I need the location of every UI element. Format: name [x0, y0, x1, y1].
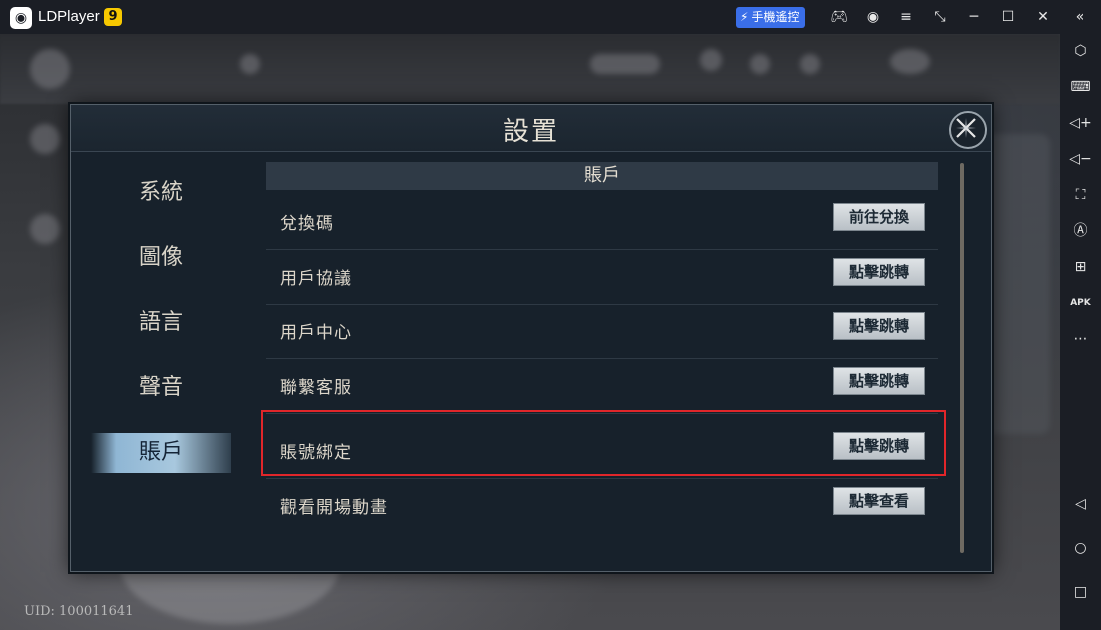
opening-animation-button[interactable]: 點擊查看 — [833, 487, 925, 515]
window-shrink-icon[interactable]: ⤡ — [929, 6, 951, 28]
settings-title: 設置 — [502, 117, 559, 147]
settings-dialog: 設置 系統 圖像 語言 聲音 賬戶 賬戶 兌換碼 前往兌換 用戶協議 點擊跳轉 … — [70, 104, 992, 572]
section-title: 賬戶 — [266, 162, 938, 190]
nav-item-graphics[interactable]: 圖像 — [123, 238, 223, 278]
close-icon[interactable]: ✕ — [1032, 6, 1054, 28]
row-label: 用戶協議 — [280, 269, 352, 289]
gear-hex-icon[interactable]: ⬡ — [1068, 39, 1093, 64]
settings-row-user-agreement: 用戶協議 點擊跳轉 — [266, 250, 938, 305]
blurred-hud-icon — [890, 49, 930, 74]
minimize-icon[interactable]: ─ — [963, 6, 985, 28]
volume-down-icon[interactable]: ◁− — [1068, 147, 1093, 172]
emulator-sidebar: ⬡ ⌨ ◁+ ◁− ⛶ Ⓐ ⊞ APK ⋯ ◁ ○ □ — [1060, 34, 1101, 630]
row-label: 觀看開場動畫 — [280, 498, 388, 518]
user-center-button[interactable]: 點擊跳轉 — [833, 312, 925, 340]
nav-item-system[interactable]: 系統 — [123, 173, 223, 213]
lightning-icon: ⚡ — [740, 10, 749, 24]
blurred-hud-icon — [240, 54, 260, 74]
blurred-side-icon — [30, 214, 60, 244]
recents-icon[interactable]: □ — [1068, 580, 1093, 605]
contact-support-button[interactable]: 點擊跳轉 — [833, 367, 925, 395]
gamepad-icon[interactable]: 🎮︎ — [828, 6, 850, 28]
account-icon[interactable]: ◉ — [862, 6, 884, 28]
blurred-hud-icon — [700, 49, 722, 71]
settings-row-redeem-code: 兌換碼 前往兌換 — [266, 195, 938, 250]
row-label: 聯繫客服 — [280, 378, 352, 398]
home-icon[interactable]: ○ — [1068, 536, 1093, 561]
app-name: LDPlayer — [38, 8, 100, 25]
auto-rotate-icon[interactable]: Ⓐ — [1068, 219, 1093, 244]
phone-remote-label: 手機遙控 — [751, 10, 800, 24]
settings-close-button[interactable] — [949, 111, 987, 149]
settings-row-opening-animation: 觀看開場動畫 點擊查看 — [266, 479, 938, 533]
user-agreement-button[interactable]: 點擊跳轉 — [833, 258, 925, 286]
highlight-box — [261, 410, 946, 476]
blurred-hud-icon — [590, 54, 660, 74]
more-icon[interactable]: ⋯ — [1068, 327, 1093, 352]
apk-install-icon[interactable]: APK — [1068, 291, 1093, 316]
back-icon[interactable]: ◁ — [1068, 492, 1093, 517]
blurred-hud-icon — [750, 54, 770, 74]
blurred-side-icon — [30, 124, 60, 154]
nav-item-language[interactable]: 語言 — [123, 303, 223, 343]
screenshot-icon[interactable]: ⛶ — [1068, 183, 1093, 208]
add-instance-icon[interactable]: ⊞ — [1068, 255, 1093, 280]
version-badge: 9 — [104, 8, 122, 26]
settings-dialog-header: 設置 — [71, 105, 991, 152]
menu-icon[interactable]: ≡ — [895, 6, 917, 28]
blurred-hud-icon — [800, 54, 820, 74]
nav-item-sound[interactable]: 聲音 — [123, 368, 223, 408]
ldplayer-logo-icon: ◉ — [10, 7, 32, 29]
row-label: 兌換碼 — [280, 214, 334, 234]
settings-row-contact-support: 聯繫客服 點擊跳轉 — [266, 359, 938, 414]
row-label: 用戶中心 — [280, 323, 352, 343]
settings-row-user-center: 用戶中心 點擊跳轉 — [266, 304, 938, 359]
close-x-icon — [956, 118, 976, 138]
settings-scrollbar[interactable] — [960, 163, 964, 553]
collapse-sidebar-icon[interactable]: « — [1069, 6, 1091, 28]
redeem-button[interactable]: 前往兌換 — [833, 203, 925, 231]
emulator-titlebar: ◉ LDPlayer 9 ⚡ 手機遙控 🎮︎ ◉ ≡ ⤡ ─ ☐ ✕ « — [0, 0, 1101, 34]
blurred-avatar — [30, 49, 70, 89]
maximize-icon[interactable]: ☐ — [997, 6, 1019, 28]
nav-item-account[interactable]: 賬戶 — [91, 433, 231, 473]
uid-label: UID: 100011641 — [24, 604, 134, 619]
phone-remote-button[interactable]: ⚡ 手機遙控 — [736, 7, 806, 28]
keyboard-icon[interactable]: ⌨ — [1068, 75, 1093, 100]
volume-up-icon[interactable]: ◁+ — [1068, 111, 1093, 136]
